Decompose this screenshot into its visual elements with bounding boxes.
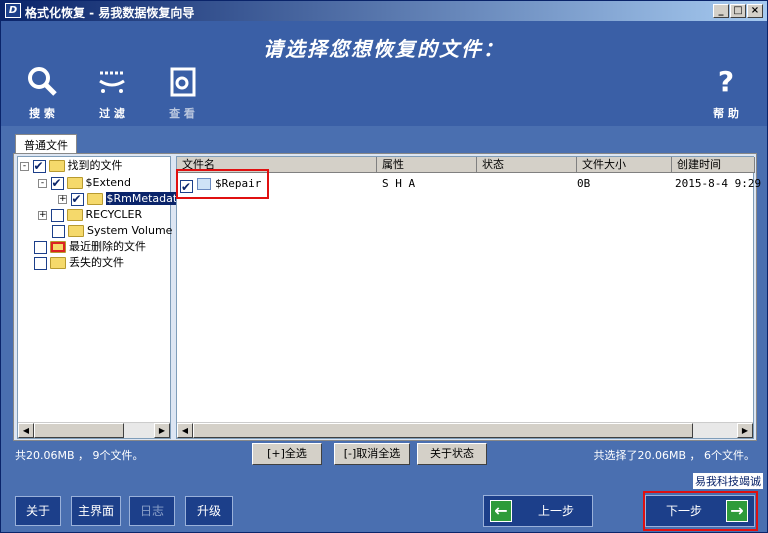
column-header-status[interactable]: 状态 (477, 157, 577, 173)
filter-button[interactable]: 过 滤 (87, 63, 137, 121)
tree-item-found-files[interactable]: - 找到的文件 (20, 158, 123, 174)
tree-label: 找到的文件 (67, 159, 123, 172)
app-icon: D (5, 3, 21, 18)
tree-label: $RmMetadat (105, 192, 179, 205)
tree-checkbox[interactable] (34, 256, 47, 270)
filter-label: 过 滤 (99, 107, 125, 120)
expand-toggle[interactable]: + (38, 210, 47, 220)
folder-icon (86, 193, 103, 205)
folder-icon (66, 177, 83, 189)
tab-normal-files[interactable]: 普通文件 (15, 134, 77, 155)
prev-step-button[interactable]: ← 上一步 (483, 495, 593, 527)
window-title: 格式化恢复 - 易我数据恢复向导 (25, 6, 195, 20)
svg-text:?: ? (718, 65, 734, 98)
help-label: 帮 助 (713, 107, 739, 120)
folder-icon (68, 225, 84, 237)
upgrade-button[interactable]: 升级 (185, 496, 233, 526)
file-attr: S H A (382, 177, 416, 190)
tab-bar: 普通文件 (15, 134, 77, 155)
tree-item-extend[interactable]: - $Extend (38, 175, 131, 191)
tree-label: 丢失的文件 (69, 256, 124, 269)
tree-checkbox[interactable] (32, 158, 46, 174)
tree-label: RECYCLER (85, 208, 143, 221)
tree-checkbox[interactable] (34, 240, 47, 254)
title-bar: D 格式化恢复 - 易我数据恢复向导 _ □ × (1, 1, 767, 21)
filter-icon (99, 71, 125, 93)
tree-label: $Extend (85, 176, 132, 189)
about-button[interactable]: 关于 (15, 496, 61, 526)
scroll-thumb[interactable] (193, 423, 693, 438)
main-window: D 格式化恢复 - 易我数据恢复向导 _ □ × 请选择您想恢复的文件： 搜 索… (0, 0, 768, 533)
column-header-attr[interactable]: 属性 (377, 157, 477, 173)
header-bar: 请选择您想恢复的文件： 搜 索 过 滤 查 看 ? 帮 助 (1, 21, 767, 126)
column-header-size[interactable]: 文件大小 (577, 157, 672, 173)
total-files-info: 共20.06MB ， 9个文件。 (15, 449, 144, 462)
expand-toggle[interactable]: + (58, 194, 67, 204)
file-size: 0B (577, 177, 591, 190)
back-arrow-icon: ← (490, 500, 512, 522)
page-prompt: 请选择您想恢复的文件： (263, 37, 505, 61)
tree-item-recycler[interactable]: + RECYCLER (38, 207, 142, 223)
tree-checkbox[interactable] (50, 175, 64, 191)
folder-icon (48, 160, 65, 172)
view-button[interactable]: 查 看 (157, 63, 207, 121)
main-menu-button[interactable]: 主界面 (71, 496, 121, 526)
deselect-all-button[interactable]: [-]取消全选 (334, 443, 410, 465)
selected-files-info: 共选择了20.06MB ， 6个文件。 (593, 449, 755, 462)
tree-item-rmmetadata[interactable]: + $RmMetadat (58, 191, 179, 207)
log-button[interactable]: 日志 (129, 496, 175, 526)
folder-icon (66, 209, 83, 221)
list-hscrollbar[interactable]: ◀ ▶ (177, 422, 753, 438)
help-icon: ? (718, 65, 734, 98)
tree-hscrollbar[interactable]: ◀ ▶ (18, 422, 170, 438)
scroll-left-arrow[interactable]: ◀ (18, 423, 34, 438)
tree-item-lost-files[interactable]: 丢失的文件 (34, 255, 124, 271)
help-button[interactable]: ? 帮 助 (701, 63, 751, 121)
column-header-created[interactable]: 创建时间 (672, 157, 755, 173)
scroll-left-arrow[interactable]: ◀ (177, 423, 193, 438)
tree-label: System Volume (87, 224, 173, 237)
search-button[interactable]: 搜 索 (17, 63, 67, 121)
minimize-button[interactable]: _ (713, 4, 729, 18)
scroll-right-arrow[interactable]: ▶ (737, 423, 753, 438)
file-created: 2015-8-4 9:29 (675, 177, 762, 190)
tree-checkbox[interactable] (70, 191, 84, 207)
view-icon (170, 67, 196, 97)
tree-item-system-volume[interactable]: System Volume (52, 223, 172, 239)
about-state-button[interactable]: 关于状态 (417, 443, 487, 465)
scroll-right-arrow[interactable]: ▶ (154, 423, 170, 438)
collapse-toggle[interactable]: - (38, 178, 47, 188)
tree-checkbox[interactable] (50, 208, 64, 222)
view-label: 查 看 (169, 107, 195, 120)
close-button[interactable]: × (747, 4, 763, 18)
search-label: 搜 索 (29, 107, 55, 120)
tree-checkbox[interactable] (52, 224, 65, 238)
scroll-thumb[interactable] (34, 423, 124, 438)
selection-highlight (176, 169, 269, 199)
magnifier-icon (28, 67, 57, 96)
maximize-button[interactable]: □ (730, 4, 746, 18)
tree-item-recently-deleted[interactable]: 最近删除的文件 (34, 239, 146, 255)
deleted-folder-icon (50, 241, 66, 253)
folder-icon (50, 257, 66, 269)
next-step-highlight (643, 491, 758, 531)
prev-step-label: 上一步 (538, 504, 575, 518)
collapse-toggle[interactable]: - (20, 161, 29, 171)
brand-text: 易我科技竭诚 (693, 473, 763, 489)
tree-label: 最近删除的文件 (69, 240, 146, 253)
select-all-button[interactable]: [+]全选 (252, 443, 322, 465)
folder-tree[interactable]: - 找到的文件 - $Extend + $RmMetadat + RECYCLE… (17, 156, 179, 439)
